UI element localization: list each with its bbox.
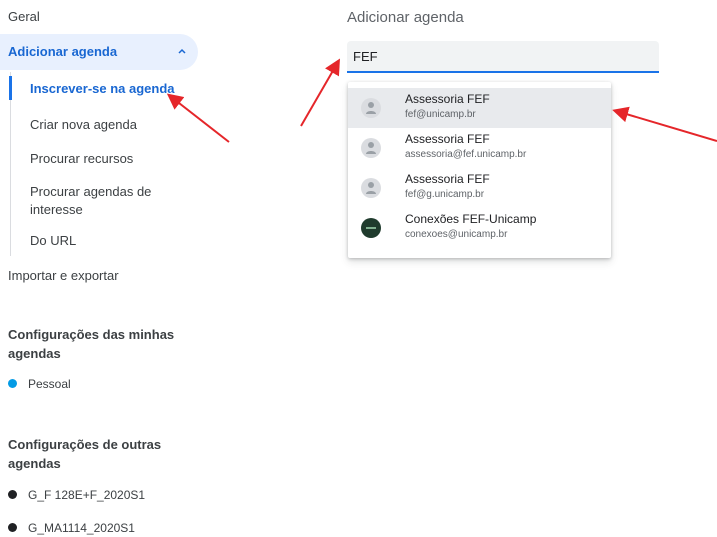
nav-from-url[interactable]: Do URL <box>30 232 76 250</box>
person-icon <box>361 98 381 118</box>
organization-logo-icon <box>361 218 381 238</box>
calendar-color-dot <box>8 379 17 389</box>
chevron-up-icon <box>178 48 186 54</box>
page-title: Adicionar agenda <box>347 9 464 26</box>
suggestion-email: assessoria@fef.unicamp.br <box>405 149 527 160</box>
suggestion-name: Assessoria FEF <box>405 92 490 106</box>
calendar-name: Pessoal <box>28 377 71 391</box>
settings-sidebar: Geral Adicionar agenda Inscrever-se na a… <box>0 0 210 537</box>
suggestions-dropdown: Assessoria FEF fef@unicamp.br Assessoria… <box>348 82 611 258</box>
calendar-item[interactable]: Pessoal <box>8 377 71 391</box>
suggestion-item[interactable]: Assessoria FEF fef@g.unicamp.br <box>348 168 611 208</box>
nav-browse-interest-calendars[interactable]: Procurar agendas de interesse <box>30 183 180 219</box>
calendar-name: G_MA1114_2020S1 <box>28 521 135 535</box>
nav-import-export[interactable]: Importar e exportar <box>8 268 119 283</box>
suggestion-item[interactable]: Assessoria FEF assessoria@fef.unicamp.br <box>348 128 611 168</box>
annotation-arrow <box>300 58 341 127</box>
person-icon <box>361 138 381 158</box>
nav-create-calendar[interactable]: Criar nova agenda <box>30 116 137 134</box>
suggestion-item[interactable]: Assessoria FEF fef@unicamp.br <box>348 88 611 128</box>
nav-subscribe-calendar[interactable]: Inscrever-se na agenda <box>30 80 175 98</box>
nav-add-calendar[interactable]: Adicionar agenda <box>0 34 198 70</box>
calendar-search-input[interactable] <box>353 47 643 65</box>
suggestion-email: fef@g.unicamp.br <box>405 189 485 200</box>
calendar-color-dot <box>8 490 17 500</box>
calendar-item[interactable]: G_MA1114_2020S1 <box>8 521 135 535</box>
suggestion-item[interactable]: Conexões FEF-Unicamp conexoes@unicamp.br <box>348 208 611 248</box>
nav-add-calendar-label: Adicionar agenda <box>8 44 118 59</box>
suggestion-name: Assessoria FEF <box>405 172 490 186</box>
section-my-calendars: Configurações das minhas agendas <box>8 327 175 361</box>
section-other-calendars: Configurações de outras agendas <box>8 437 162 471</box>
calendar-color-dot <box>8 523 17 533</box>
calendar-name: G_F 128E+F_2020S1 <box>28 488 146 502</box>
nav-general[interactable]: Geral <box>8 9 40 24</box>
calendar-item[interactable]: G_F 128E+F_2020S1 <box>8 488 145 502</box>
suggestion-email: fef@unicamp.br <box>405 109 476 120</box>
active-indicator <box>9 76 12 100</box>
calendar-search-box[interactable] <box>347 41 659 73</box>
annotation-arrow <box>612 106 717 142</box>
nav-browse-resources[interactable]: Procurar recursos <box>30 150 133 168</box>
person-icon <box>361 178 381 198</box>
suggestion-name: Conexões FEF-Unicamp <box>405 212 537 226</box>
suggestion-name: Assessoria FEF <box>405 132 490 146</box>
suggestion-email: conexoes@unicamp.br <box>405 229 508 240</box>
